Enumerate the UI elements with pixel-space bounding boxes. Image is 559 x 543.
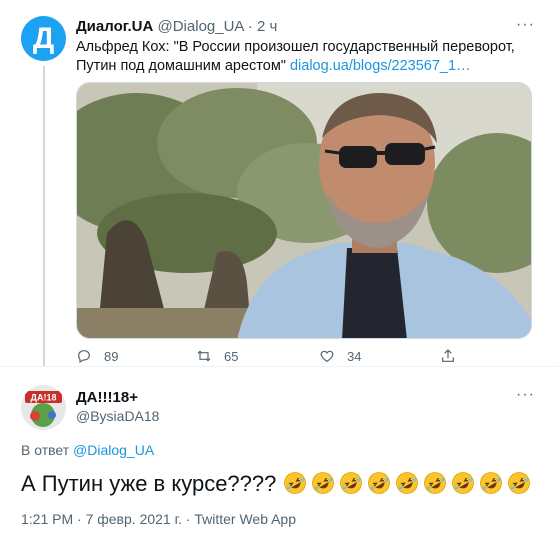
tweet1-photo[interactable] <box>76 82 532 339</box>
retweet-icon <box>197 350 211 362</box>
tweet2-text: А Путин уже в курсе???? <box>21 470 535 498</box>
photo-man-with-sunglasses <box>77 83 531 338</box>
emoji-row <box>283 471 535 496</box>
tweet1-author-name[interactable]: Диалог.UA <box>76 18 153 35</box>
tweet2-author-name[interactable]: ДА!!!18+ <box>76 389 138 406</box>
rolling-laughing-emoji-icon <box>395 472 418 494</box>
tweet1-time[interactable]: 2 ч <box>257 18 277 35</box>
tweet1-header: Диалог.UA @Dialog_UA · 2 ч <box>76 18 277 35</box>
reply-action[interactable]: 89 <box>76 348 118 364</box>
heart-icon <box>320 350 334 363</box>
share-action[interactable] <box>440 348 468 364</box>
dialog-ua-avatar[interactable]: Д <box>21 16 66 61</box>
tweet2-author-handle[interactable]: @BysiaDA18 <box>76 408 159 424</box>
rolling-laughing-emoji-icon <box>367 472 390 494</box>
reply-count: 89 <box>104 348 119 364</box>
rolling-laughing-emoji-icon <box>479 472 502 494</box>
avatar-text: ДА!18 <box>31 393 57 403</box>
rolling-laughing-emoji-icon <box>507 472 530 494</box>
more-options-icon[interactable]: ··· <box>516 16 535 34</box>
share-icon <box>442 349 454 362</box>
reply-prefix: В ответ <box>21 442 70 458</box>
more-options-icon[interactable]: ··· <box>516 386 535 404</box>
rolling-laughing-emoji-icon <box>423 472 446 494</box>
tweet2-meta[interactable]: 1:21 PM · 7 февр. 2021 г. · Twitter Web … <box>21 511 296 527</box>
tweet1-text: Альфред Кох: "В России произошел государ… <box>76 38 516 76</box>
avatar-image: ДА!18 <box>21 385 66 430</box>
tweet-divider <box>0 366 559 367</box>
tweet1-author-handle[interactable]: @Dialog_UA <box>158 18 244 35</box>
rolling-laughing-emoji-icon <box>283 472 306 494</box>
tweet2-body: А Путин уже в курсе???? <box>21 471 277 496</box>
rolling-laughing-emoji-icon <box>451 472 474 494</box>
bysia-avatar[interactable]: ДА!18 <box>21 385 66 430</box>
like-count: 34 <box>347 348 362 364</box>
reply-context: В ответ @Dialog_UA <box>21 442 154 458</box>
retweet-count: 65 <box>224 348 239 364</box>
retweet-action[interactable]: 65 <box>196 348 238 364</box>
thread-connector-line <box>43 66 45 366</box>
reply-icon <box>78 350 90 364</box>
rolling-laughing-emoji-icon <box>311 472 334 494</box>
avatar-letter: Д <box>32 21 55 55</box>
tweet1-link[interactable]: dialog.ua/blogs/223567_1… <box>290 58 471 74</box>
rolling-laughing-emoji-icon <box>339 472 362 494</box>
like-action[interactable]: 34 <box>319 348 361 364</box>
reply-to-handle[interactable]: @Dialog_UA <box>73 442 154 458</box>
dot-separator: · <box>247 18 253 35</box>
